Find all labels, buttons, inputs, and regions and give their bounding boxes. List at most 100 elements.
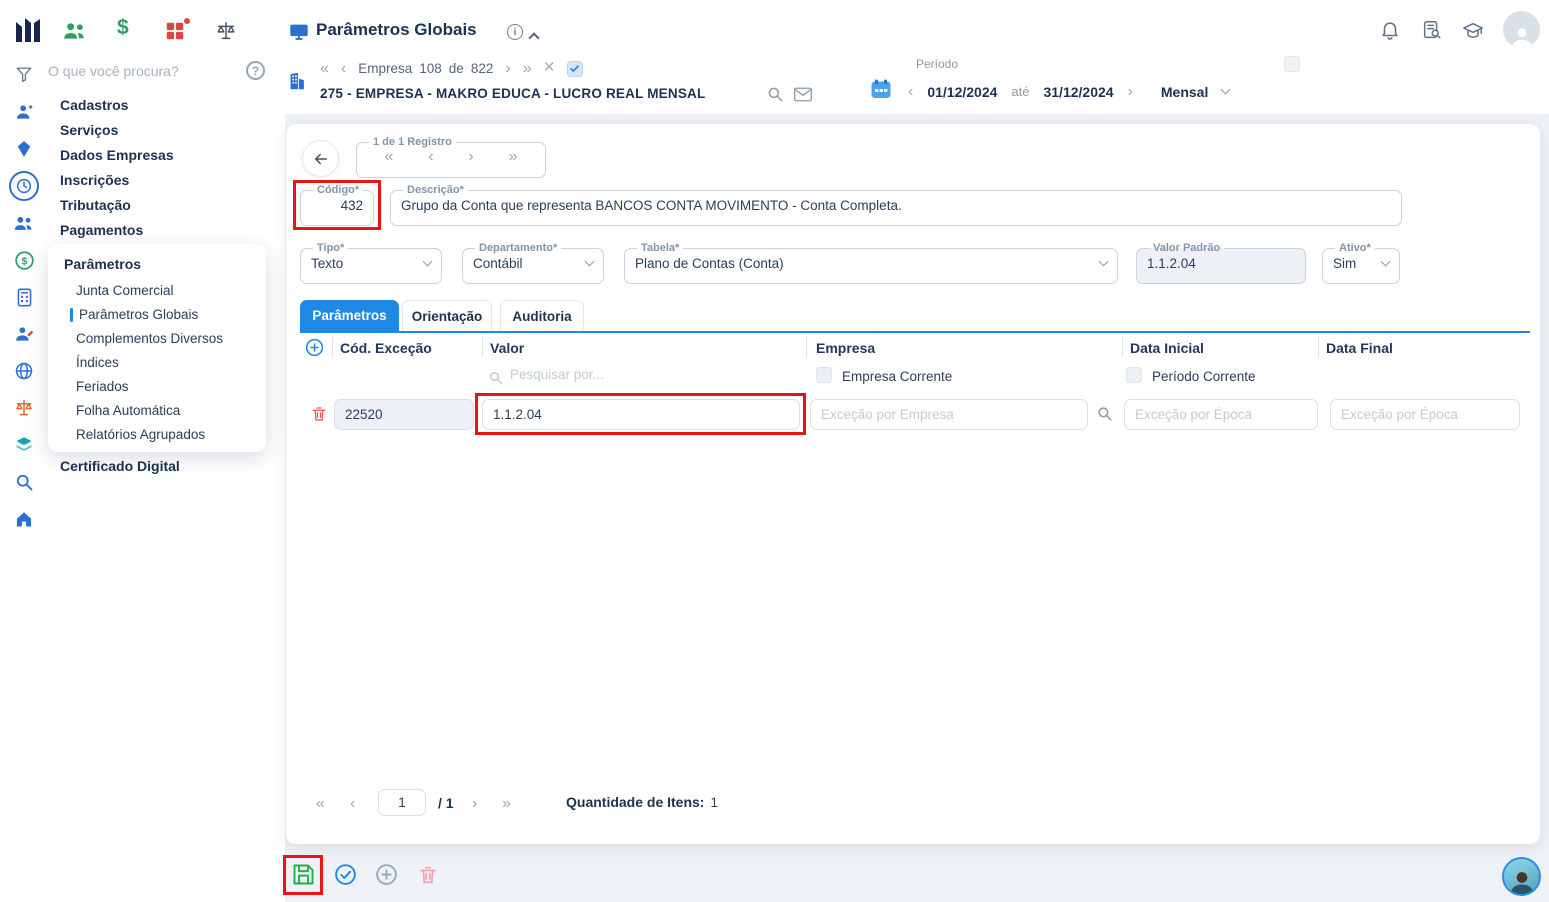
column-separator — [806, 337, 807, 357]
departamento-select[interactable]: Departamento* Contábil — [462, 242, 604, 284]
person-add-icon[interactable] — [12, 100, 36, 124]
period-next-icon[interactable]: › — [1128, 84, 1133, 100]
grid-page-total: / 1 — [438, 795, 454, 811]
record-last-icon[interactable]: » — [509, 149, 518, 165]
services-diamond-icon[interactable] — [12, 137, 36, 161]
tipo-label: Tipo* — [313, 242, 348, 254]
delete-record-button[interactable] — [417, 864, 439, 886]
column-separator — [1318, 337, 1319, 357]
back-button[interactable] — [302, 140, 339, 177]
row-delete-icon[interactable] — [310, 405, 328, 428]
ativo-select[interactable]: Ativo* Sim — [1322, 242, 1400, 284]
save-button[interactable] — [290, 861, 317, 888]
period-start-date[interactable]: 01/12/2024 — [927, 84, 997, 100]
scale-icon[interactable] — [214, 20, 238, 47]
sidebar-item-parametros[interactable]: Parâmetros — [64, 256, 141, 272]
codigo-field[interactable]: Código* 432 — [300, 184, 374, 226]
grid-page-input[interactable] — [378, 789, 426, 816]
submenu-item-junta-comercial[interactable]: Junta Comercial — [76, 283, 174, 298]
help-icon[interactable]: ? — [246, 61, 265, 80]
grid-prev-icon[interactable]: ‹ — [350, 796, 355, 812]
row-empresa-input[interactable] — [810, 399, 1088, 430]
tab-orientacao[interactable]: Orientação — [402, 300, 492, 331]
company-clear-icon[interactable]: × — [544, 58, 555, 77]
app-logo[interactable] — [12, 15, 46, 50]
clock-icon[interactable] — [9, 171, 39, 201]
calculator-icon[interactable] — [12, 285, 36, 309]
row-valor-input[interactable] — [482, 399, 800, 430]
audit-document-icon[interactable] — [1421, 19, 1443, 46]
reports-grid-icon[interactable] — [164, 20, 186, 47]
company-search-icon[interactable] — [766, 85, 784, 108]
training-graduation-icon[interactable] — [1461, 20, 1485, 47]
row-data-inicial-input[interactable] — [1124, 399, 1318, 430]
company-building-icon — [286, 69, 308, 98]
company-prev-icon[interactable]: ‹ — [341, 61, 346, 77]
tab-auditoria[interactable]: Auditoria — [500, 300, 584, 331]
grid-first-icon[interactable]: « — [316, 796, 325, 812]
global-search-input[interactable] — [48, 63, 233, 79]
company-counter-total: 822 — [471, 61, 494, 76]
submenu-item-parametros-globais[interactable]: Parâmetros Globais — [70, 307, 198, 322]
confirm-button[interactable] — [333, 862, 358, 887]
record-first-icon[interactable]: « — [384, 149, 393, 165]
period-mode-chevron-icon[interactable] — [1221, 85, 1231, 95]
collapse-chevron-icon[interactable] — [530, 29, 538, 47]
company-first-icon[interactable]: « — [320, 61, 329, 77]
filter-icon[interactable] — [14, 64, 34, 89]
grid-next-icon[interactable]: › — [472, 796, 477, 812]
record-next-icon[interactable]: › — [468, 149, 473, 165]
row-cod-excecao-input[interactable] — [334, 399, 474, 430]
company-filter-checkbox[interactable] — [567, 61, 583, 77]
finance-dollar-icon[interactable]: $ — [117, 16, 129, 40]
sidebar-item-cadastros[interactable]: Cadastros — [60, 97, 128, 113]
layers-icon[interactable] — [12, 433, 36, 457]
home-icon[interactable] — [12, 507, 36, 531]
new-record-button[interactable] — [374, 862, 399, 887]
grid-filter-input[interactable] — [510, 367, 680, 382]
company-mail-icon[interactable] — [793, 86, 813, 108]
info-icon[interactable]: i — [507, 24, 523, 40]
support-chat-avatar[interactable] — [1502, 857, 1541, 896]
submenu-item-indices[interactable]: Índices — [76, 355, 119, 370]
period-prev-icon[interactable]: ‹ — [908, 84, 913, 100]
period-end-date[interactable]: 31/12/2024 — [1043, 84, 1113, 100]
row-data-final-input[interactable] — [1330, 399, 1520, 430]
submenu-item-relatorios-agrupados[interactable]: Relatórios Agrupados — [76, 427, 205, 442]
sidebar-item-tributacao[interactable]: Tributação — [60, 197, 131, 213]
tabela-select[interactable]: Tabela* Plano de Contas (Conta) — [624, 242, 1118, 284]
globe-icon[interactable] — [12, 359, 36, 383]
periodo-corrente-checkbox[interactable] — [1126, 367, 1142, 383]
record-prev-icon[interactable]: ‹ — [428, 149, 433, 165]
people-icon[interactable] — [12, 211, 36, 235]
page-title: Parâmetros Globais — [316, 20, 477, 40]
submenu-item-feriados[interactable]: Feriados — [76, 379, 129, 394]
person-edit-icon[interactable] — [12, 322, 36, 346]
sidebar-item-servicos[interactable]: Serviços — [60, 122, 118, 138]
submenu-item-folha-automatica[interactable]: Folha Automática — [76, 403, 180, 418]
notifications-bell-icon[interactable] — [1379, 19, 1401, 46]
sidebar-item-dados-empresas[interactable]: Dados Empresas — [60, 147, 174, 163]
column-header-valor: Valor — [490, 340, 524, 356]
dollar-circle-icon[interactable]: $ — [12, 248, 36, 272]
user-avatar[interactable] — [1503, 11, 1540, 48]
departamento-label: Departamento* — [475, 242, 561, 254]
search-magnifier-icon[interactable] — [12, 470, 36, 494]
submenu-item-complementos-diversos[interactable]: Complementos Diversos — [76, 331, 223, 346]
sidebar-item-inscricoes[interactable]: Inscrições — [60, 172, 129, 188]
row-empresa-lookup-icon[interactable] — [1096, 405, 1113, 427]
tipo-select[interactable]: Tipo* Texto — [300, 242, 442, 284]
scale-orange-icon[interactable] — [12, 396, 36, 420]
add-exception-button[interactable] — [304, 337, 325, 363]
clients-icon[interactable] — [62, 20, 88, 47]
sidebar-item-certificado-digital[interactable]: Certificado Digital — [60, 458, 180, 474]
tab-parametros[interactable]: Parâmetros — [300, 300, 399, 331]
period-checkbox[interactable] — [1284, 56, 1300, 72]
company-last-icon[interactable]: » — [523, 61, 532, 77]
company-next-icon[interactable]: › — [505, 61, 510, 77]
descricao-field[interactable]: Descrição* Grupo da Conta que representa… — [390, 184, 1402, 226]
sidebar-item-pagamentos[interactable]: Pagamentos — [60, 222, 143, 238]
empresa-corrente-checkbox[interactable] — [816, 367, 832, 383]
period-mode-select[interactable]: Mensal — [1161, 84, 1208, 100]
grid-last-icon[interactable]: » — [502, 796, 511, 812]
